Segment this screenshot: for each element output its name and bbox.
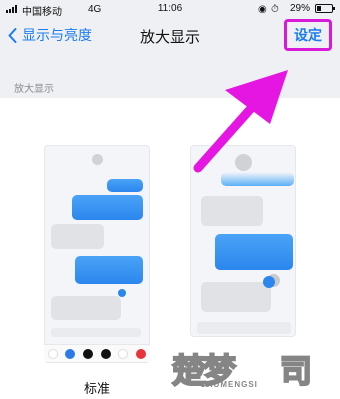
sent-bubble (215, 234, 293, 270)
received-bubble (201, 196, 263, 226)
typing-indicator (118, 289, 126, 297)
watermark-logo: 司 (279, 351, 313, 391)
network-type: 4G (88, 4, 102, 15)
set-button[interactable]: 设定 (284, 19, 332, 51)
zoomed-preview[interactable] (190, 145, 296, 337)
message-input-bar (51, 328, 141, 337)
section-header: 放大显示 (14, 84, 54, 95)
palette-swatch (136, 348, 147, 359)
avatar (235, 154, 252, 171)
brand-watermark: 楚梦 司 CHUMENGSI (171, 344, 332, 392)
sent-bubble (221, 172, 294, 186)
battery-icon (315, 4, 335, 13)
back-label: 显示与亮度 (22, 27, 92, 43)
received-bubble (201, 282, 271, 312)
typing-indicator (263, 276, 275, 288)
received-bubble (51, 296, 121, 320)
status-bar: 中国移动 4G 11:06 ◉ ⏱ 29% (0, 0, 340, 18)
palette-swatch (65, 348, 76, 359)
palette-swatch (118, 348, 129, 359)
sent-bubble (72, 195, 143, 220)
sent-bubble (107, 179, 143, 192)
alarm-icon: ◉ (258, 4, 267, 15)
watermark-subtitle: CHUMENGSI (200, 380, 258, 389)
signal-icon (6, 5, 17, 13)
message-input-bar (197, 322, 291, 334)
battery-percent: 29% (290, 3, 311, 14)
status-time: 11:06 (157, 3, 183, 14)
back-button[interactable]: 显示与亮度 (8, 25, 92, 45)
set-button-label: 设定 (294, 27, 322, 43)
orientation-lock-icon: ⏱ (271, 4, 279, 15)
palette-swatch (47, 348, 58, 359)
avatar (92, 154, 103, 165)
palette-swatch (100, 348, 111, 359)
app-dock (44, 344, 150, 362)
carrier-label: 中国移动 (22, 7, 62, 18)
chevron-left-icon (8, 27, 17, 43)
received-bubble (51, 224, 104, 249)
option-label-standard: 标准 (84, 381, 111, 396)
sent-bubble (75, 256, 143, 284)
standard-preview[interactable] (44, 145, 150, 363)
palette-swatch (83, 348, 94, 359)
